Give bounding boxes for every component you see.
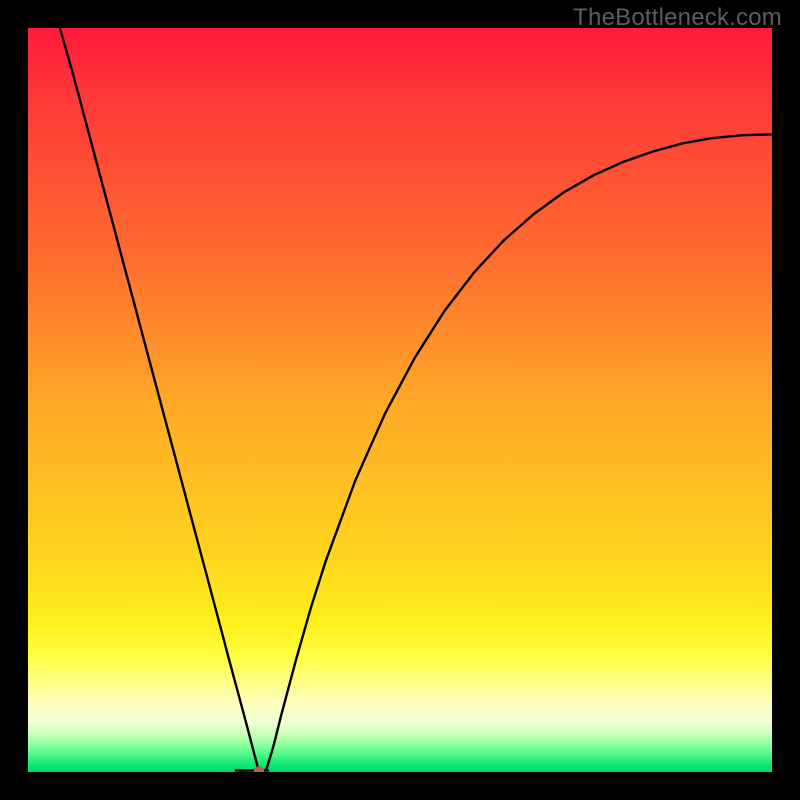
watermark-text: TheBottleneck.com: [573, 4, 782, 32]
chart-frame: TheBottleneck.com: [0, 0, 800, 800]
plot-area: [28, 28, 772, 772]
bottleneck-curve: [28, 28, 772, 772]
optimum-marker: [253, 767, 264, 773]
